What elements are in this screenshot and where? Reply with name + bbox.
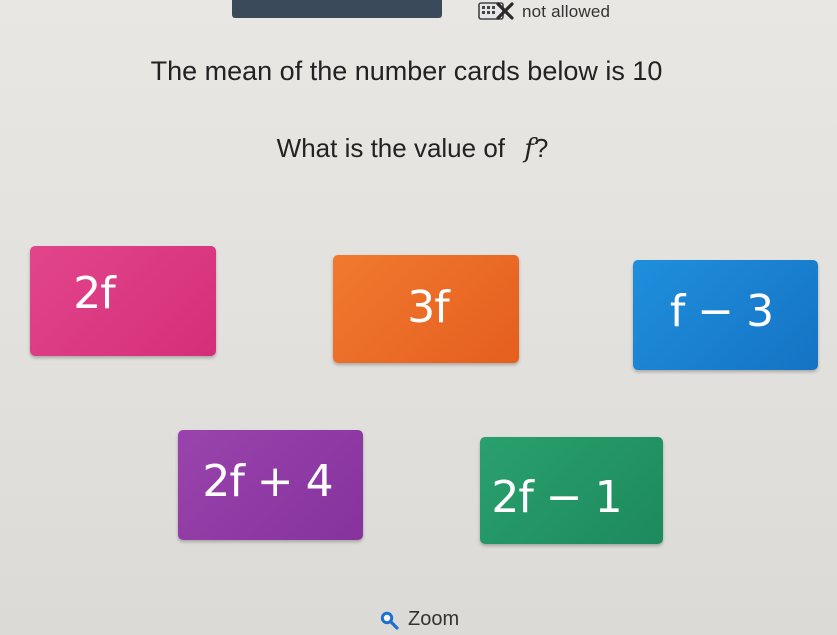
card-label: f − 3: [669, 285, 774, 337]
question-line-1: The mean of the number cards below is 10: [0, 56, 837, 87]
number-card-3f: 3f: [333, 255, 519, 363]
calculator-status-text: not allowed: [522, 2, 611, 21]
calculator-status: not allowed: [478, 2, 610, 22]
number-card-2f-minus-1: 2f − 1: [480, 437, 663, 544]
calculator-crossed-icon: [478, 2, 514, 22]
number-card-2f-plus-4: 2f + 4: [178, 430, 363, 540]
number-card-2f: 2f: [30, 246, 216, 356]
card-label: 3f: [407, 281, 449, 333]
question-variable: f: [524, 134, 534, 164]
question-prefix: What is the value of: [276, 133, 513, 163]
card-label: 2f − 1: [491, 472, 622, 523]
card-label: 2f: [73, 267, 115, 319]
top-progress-bar: [232, 0, 442, 18]
number-card-f-minus-3: f − 3: [633, 260, 818, 370]
zoom-label: Zoom: [408, 608, 460, 630]
question-line-2: What is the value of f?: [0, 133, 837, 164]
question-text: The mean of the number cards below is 10: [150, 56, 663, 86]
magnifier-icon: [379, 610, 399, 630]
question-suffix: ?: [533, 133, 549, 163]
zoom-button[interactable]: Zoom: [379, 608, 459, 631]
card-label: 2f + 4: [202, 455, 333, 507]
